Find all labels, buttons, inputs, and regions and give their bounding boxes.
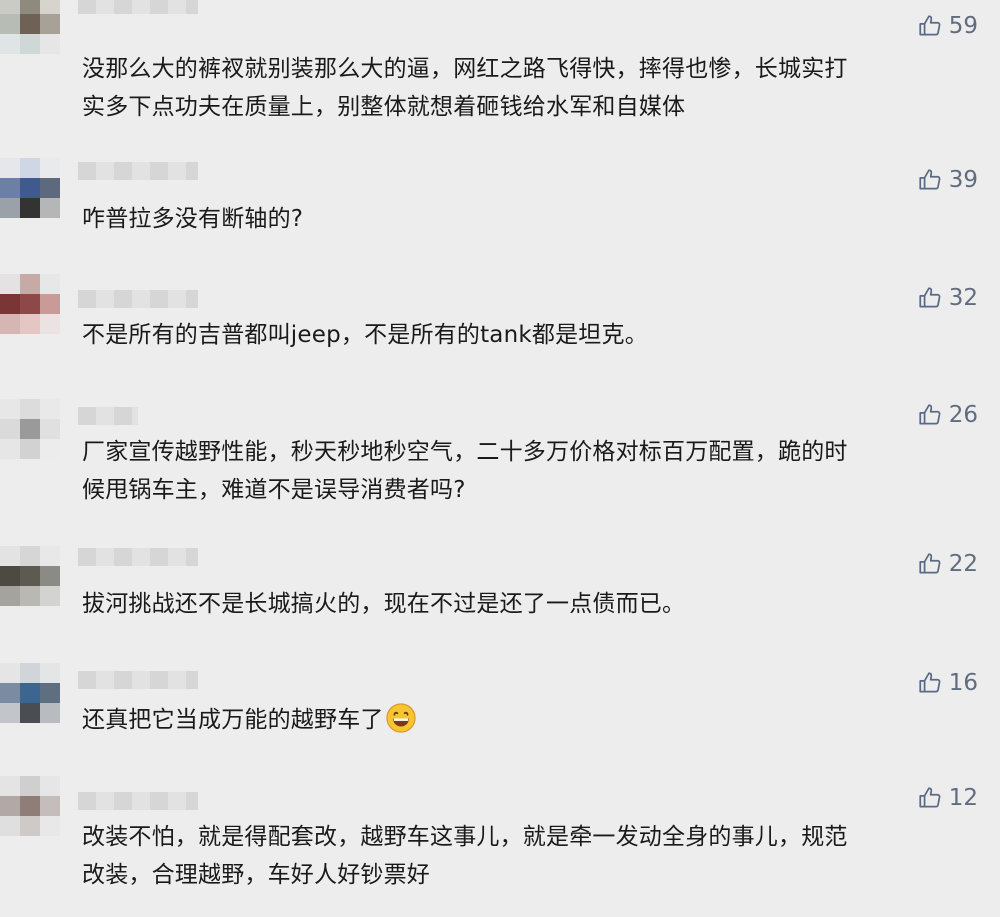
comment-text: 拔河挑战还不是长城搞火的，现在不过是还了一点债而已。 [82,585,685,623]
comment-item: 26 厂家宣传越野性能，秒天秒地秒空气，二十多万价格对标百万配置，跪的时 候甩锅… [0,395,1000,535]
avatar[interactable] [0,546,80,626]
comment-item: 32 不是所有的吉普都叫jeep，不是所有的tank都是坦克。 [0,268,1000,393]
like-count: 26 [948,402,978,428]
like-button[interactable]: 22 [917,548,978,580]
like-count: 32 [948,285,978,311]
avatar[interactable] [0,158,80,238]
thumbs-up-icon [919,404,941,425]
like-button[interactable]: 16 [917,667,978,699]
avatar[interactable] [0,776,80,856]
comment-text: 咋普拉多没有断轴的? [82,200,303,238]
comment-text: 厂家宣传越野性能，秒天秒地秒空气，二十多万价格对标百万配置，跪的时 候甩锅车主，… [82,433,848,509]
thumbs-up-icon [919,672,941,693]
comment-item: 39 咋普拉多没有断轴的? [0,150,1000,265]
username-blurred[interactable] [78,407,138,425]
comment-text-line: 改装，合理越野，车好人好钞票好 [82,862,430,888]
username-blurred[interactable] [78,0,198,14]
username-blurred[interactable] [78,162,198,180]
avatar[interactable] [0,0,80,74]
like-count: 22 [948,551,978,577]
avatar[interactable] [0,663,80,743]
thumbs-up-icon [919,287,941,308]
like-button[interactable]: 12 [917,782,978,814]
thumbs-up-icon [919,169,941,190]
comment-text-line: 没那么大的裤衩就别装那么大的逼，网红之路飞得快，摔得也惨，长城实打 [82,56,848,82]
like-button[interactable]: 59 [917,10,978,42]
like-count: 59 [948,13,978,39]
username-blurred[interactable] [78,792,198,810]
comment-text: 不是所有的吉普都叫jeep，不是所有的tank都是坦克。 [82,316,648,354]
comment-text-line: 拔河挑战还不是长城搞火的，现在不过是还了一点债而已。 [82,591,686,617]
comment-text-line: 咋普拉多没有断轴的? [82,206,304,232]
comment-item: 16 还真把它当成万能的越野车了 [0,655,1000,765]
comment-text-line: 候甩锅车主，难道不是误导消费者吗? [82,477,466,503]
comment-text: 还真把它当成万能的越野车了 [82,701,416,739]
like-count: 39 [948,167,978,193]
like-button[interactable]: 26 [917,399,978,431]
thumbs-up-icon [919,787,941,808]
username-blurred[interactable] [78,548,198,566]
comment-text-line: 还真把它当成万能的越野车了 [82,701,416,739]
comment-text-line: 实多下点功夫在质量上，别整体就想着砸钱给水军和自媒体 [82,94,686,120]
username-blurred[interactable] [78,290,198,308]
like-button[interactable]: 39 [917,164,978,196]
username-blurred[interactable] [78,671,198,689]
comment-item: 22 拔河挑战还不是长城搞火的，现在不过是还了一点债而已。 [0,540,1000,650]
thumbs-up-icon [919,553,941,574]
comment-text-line: 厂家宣传越野性能，秒天秒地秒空气，二十多万价格对标百万配置，跪的时 [82,439,848,465]
like-button[interactable]: 32 [917,282,978,314]
avatar[interactable] [0,274,80,354]
thumbs-up-icon [919,15,941,36]
avatar[interactable] [0,399,80,479]
grinning-face-emoji-icon [385,703,416,733]
comment-text: 没那么大的裤衩就别装那么大的逼，网红之路飞得快，摔得也惨，长城实打 实多下点功夫… [82,50,848,126]
comment-text: 改装不怕，就是得配套改，越野车这事儿，就是牵一发动全身的事儿，规范 改装，合理越… [82,818,848,894]
like-count: 12 [948,785,978,811]
comment-text-line: 不是所有的吉普都叫jeep，不是所有的tank都是坦克。 [82,322,648,348]
comment-text-line: 改装不怕，就是得配套改，越野车这事儿，就是牵一发动全身的事儿，规范 [82,824,848,850]
like-count: 16 [948,670,978,696]
comment-text-span: 还真把它当成万能的越野车了 [82,707,384,733]
comment-item: 59 没那么大的裤衩就别装那么大的逼，网红之路飞得快，摔得也惨，长城实打 实多下… [0,0,1000,150]
comment-item: 12 改装不怕，就是得配套改，越野车这事儿，就是牵一发动全身的事儿，规范 改装，… [0,772,1000,917]
